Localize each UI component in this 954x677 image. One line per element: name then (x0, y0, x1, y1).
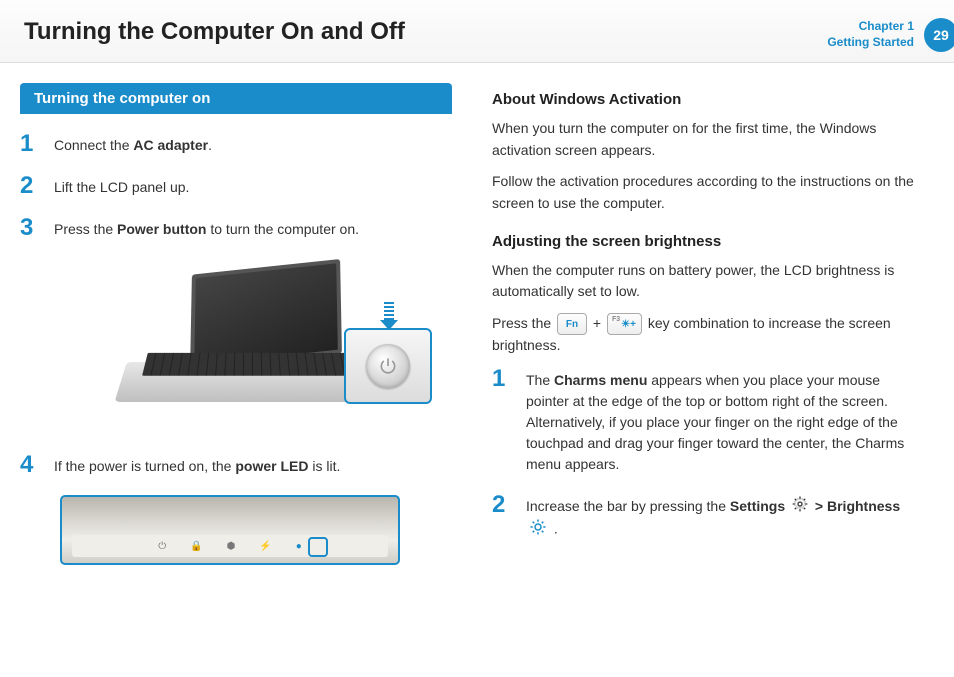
brightness-step-2: 2 Increase the bar by pressing the Setti… (492, 493, 924, 542)
led-strip: ⏻ 🔒 ⬢ ⚡ ● (72, 535, 388, 557)
page-header: Turning the Computer On and Off Chapter … (0, 0, 954, 63)
step-text-pre: The (526, 372, 554, 388)
led-dot-icon: ⚡ (259, 541, 271, 552)
led-dot-icon: ⏻ (158, 541, 166, 552)
activation-heading: About Windows Activation (492, 91, 924, 108)
laptop-keyboard (142, 352, 358, 375)
chapter-line2: Getting Started (827, 35, 914, 51)
power-button-icon (366, 344, 410, 388)
brightness-heading: Adjusting the screen brightness (492, 233, 924, 250)
brightness-p1: When the computer runs on battery power,… (492, 260, 924, 303)
step-number: 2 (492, 493, 514, 542)
f3-key-icon: F3☀+ (607, 313, 642, 335)
step-text-pre: Lift the LCD panel up. (54, 179, 189, 195)
step-text-post: to turn the computer on. (206, 221, 359, 237)
step-text-post: is lit. (308, 458, 340, 474)
chapter-info: Chapter 1 Getting Started (827, 19, 914, 50)
settings-label: Settings (730, 498, 785, 514)
step-text-pre: If the power is turned on, the (54, 458, 235, 474)
step-2: 2 Lift the LCD panel up. (20, 174, 452, 198)
gear-icon (792, 496, 808, 518)
f3-label: F3 (612, 315, 620, 326)
step-text-post: . (554, 521, 558, 537)
left-column: Turning the computer on 1 Connect the AC… (20, 83, 452, 565)
step-number: 2 (20, 174, 42, 198)
step-body: Increase the bar by pressing the Setting… (526, 493, 924, 542)
step-text-bold: Charms menu (554, 372, 647, 388)
led-highlight-box (308, 537, 328, 557)
laptop-illustration (50, 258, 452, 433)
step-body: If the power is turned on, the power LED… (54, 453, 340, 477)
gt-separator: > (815, 498, 827, 514)
step-body: Press the Power button to turn the compu… (54, 216, 359, 240)
fn-key-icon: Fn (557, 313, 587, 335)
step-1: 1 Connect the AC adapter. (20, 132, 452, 156)
plus-sign: + (593, 315, 601, 331)
step-text-post: . (208, 137, 212, 153)
header-right: Chapter 1 Getting Started 29 (827, 18, 954, 52)
led-dot-icon: ● (296, 541, 302, 552)
content-area: Turning the computer on 1 Connect the AC… (0, 63, 954, 565)
step-text-pre: Press the (54, 221, 117, 237)
step-text-pre: Increase the bar by pressing the (526, 498, 730, 514)
step-text-pre: Connect the (54, 137, 133, 153)
led-illustration: ⏻ 🔒 ⬢ ⚡ ● (60, 495, 400, 565)
right-column: About Windows Activation When you turn t… (492, 83, 924, 565)
chapter-line1: Chapter 1 (827, 19, 914, 35)
step-body: Connect the AC adapter. (54, 132, 212, 156)
step-body: Lift the LCD panel up. (54, 174, 189, 198)
power-button-callout (344, 328, 432, 404)
step-text-bold: AC adapter (133, 137, 208, 153)
brightness-step-1: 1 The Charms menu appears when you place… (492, 367, 924, 475)
step-3: 3 Press the Power button to turn the com… (20, 216, 452, 240)
activation-p2: Follow the activation procedures accordi… (492, 171, 924, 214)
press-pre: Press the (492, 315, 555, 331)
arrow-down-icon (384, 302, 394, 322)
page-title: Turning the Computer On and Off (24, 18, 405, 46)
led-dot-icon: ⬢ (227, 541, 236, 552)
step-body: The Charms menu appears when you place y… (526, 367, 924, 475)
page-number-badge: 29 (924, 18, 954, 52)
section-header: Turning the computer on (20, 83, 452, 114)
step-text-bold: Power button (117, 221, 206, 237)
led-dot-icon: 🔒 (190, 541, 202, 552)
step-number: 3 (20, 216, 42, 240)
step-4: 4 If the power is turned on, the power L… (20, 453, 452, 477)
brightness-icon (529, 518, 547, 542)
brightness-label: Brightness (827, 498, 900, 514)
activation-p1: When you turn the computer on for the fi… (492, 118, 924, 161)
laptop-placeholder (121, 266, 381, 426)
step-number: 4 (20, 453, 42, 477)
step-number: 1 (20, 132, 42, 156)
step-number: 1 (492, 367, 514, 475)
step-text-bold: power LED (235, 458, 308, 474)
brightness-key-combo: Press the Fn + F3☀+ key combination to i… (492, 313, 924, 357)
